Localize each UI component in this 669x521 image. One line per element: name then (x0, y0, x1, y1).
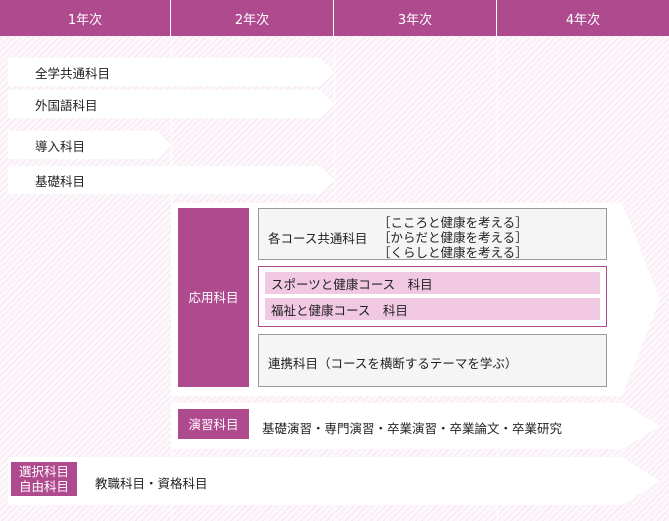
sentaku-text: 教職科目・資格科目 (95, 476, 208, 491)
year-3-header: 3年次 (334, 0, 497, 36)
year-1-header: 1年次 (0, 0, 171, 36)
sentaku-label: 選択科目 自由科目 (11, 462, 77, 496)
zengaku-kyotsu-arrow: 全学共通科目 (8, 58, 334, 86)
curriculum-diagram: 1年次 2年次 3年次 4年次 全学共通科目 外国語科目 導入科目 基礎科目 応… (0, 0, 669, 521)
enshu-text: 基礎演習・専門演習・卒業演習・卒業論文・卒業研究 (262, 421, 563, 436)
enshu-label: 演習科目 (178, 409, 249, 439)
ouyou-label: 応用科目 (178, 208, 249, 387)
gaikokugo-arrow: 外国語科目 (8, 90, 334, 118)
gaikokugo-label: 外国語科目 (35, 97, 98, 113)
renkei-box: 連携科目（コースを横断するテーマを学ぶ） (258, 334, 607, 387)
year-header: 1年次 2年次 3年次 4年次 (0, 0, 669, 36)
welfare-course-row: 福祉と健康コース 科目 (265, 298, 600, 320)
sentaku-label-line1: 選択科目 (18, 464, 69, 479)
sports-course-row: スポーツと健康コース 科目 (265, 272, 600, 294)
kiso-arrow: 基礎科目 (8, 166, 334, 194)
year-4-header: 4年次 (497, 0, 669, 36)
courses-box: スポーツと健康コース 科目 福祉と健康コース 科目 (258, 266, 607, 327)
course-common-item: ［くらしと健康を考える］ (378, 245, 528, 260)
year-2-header: 2年次 (171, 0, 334, 36)
sentaku-label-line2: 自由科目 (18, 479, 69, 494)
dounyu-label: 導入科目 (35, 138, 86, 154)
kiso-label: 基礎科目 (35, 173, 86, 189)
zengaku-kyotsu-label: 全学共通科目 (35, 65, 111, 81)
dounyu-arrow: 導入科目 (8, 131, 171, 159)
course-common-box: 各コース共通科目 ［こころと健康を考える］ ［からだと健康を考える］ ［くらしと… (258, 208, 607, 260)
renkei-label: 連携科目（コースを横断するテーマを学ぶ） (268, 356, 518, 371)
course-common-label: 各コース共通科目 (268, 231, 368, 246)
